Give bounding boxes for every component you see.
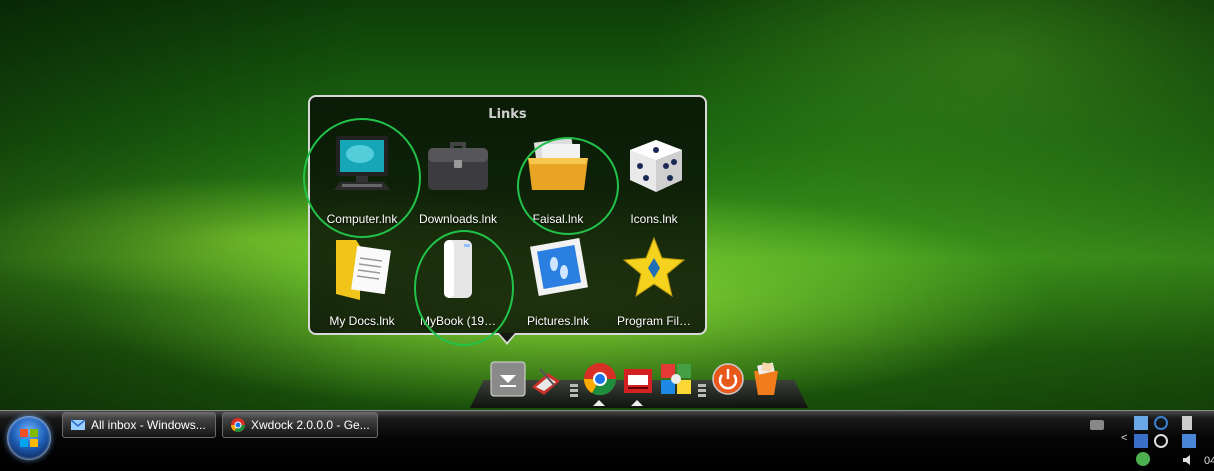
volume-icon[interactable] — [1182, 452, 1196, 466]
chrome-icon — [583, 363, 617, 396]
stack-item-my-docs[interactable]: My Docs.lnk — [314, 228, 410, 328]
dock-puzzle[interactable] — [658, 361, 694, 397]
recycle-bin-icon — [754, 362, 778, 395]
computer-icon — [334, 136, 390, 190]
power-icon — [712, 363, 744, 395]
messenger-icon[interactable] — [1154, 434, 1168, 448]
display-icon[interactable] — [1134, 434, 1148, 448]
running-indicator — [631, 400, 643, 406]
usb-device-icon[interactable] — [1182, 416, 1192, 430]
network-icon[interactable] — [1134, 416, 1148, 430]
mailbox-icon — [624, 369, 652, 393]
stack-item-label: Icons.lnk — [630, 212, 678, 226]
dock-power[interactable] — [710, 361, 746, 397]
stack-item-computer[interactable]: Computer.lnk — [314, 126, 410, 226]
stack-item-label: My Docs.lnk — [329, 314, 395, 328]
stack-down-icon — [490, 361, 526, 397]
stack-item-label: Computer.lnk — [326, 212, 398, 226]
stack-item-faisal[interactable]: Faisal.lnk — [510, 126, 606, 226]
windows-logo-icon — [20, 429, 38, 447]
stack-item-program-files[interactable]: Program Fil… — [606, 228, 702, 328]
dock-mailbox[interactable] — [620, 361, 656, 397]
taskbar-button-inbox[interactable]: All inbox - Windows... — [62, 412, 216, 438]
briefcase-icon — [428, 142, 488, 190]
start-button[interactable] — [7, 416, 51, 460]
taskbar-button-label: Xwdock 2.0.0.0 - Ge... — [251, 418, 370, 432]
sync-icon[interactable] — [1154, 416, 1168, 430]
stack-item-label: Pictures.lnk — [526, 314, 590, 328]
star-icon — [622, 236, 686, 298]
stack-item-mybook[interactable]: MyBook (19… — [410, 228, 506, 328]
mail-app-icon — [70, 419, 86, 430]
puzzle-icon — [661, 364, 691, 394]
taskbar-button-label: All inbox - Windows... — [91, 418, 206, 432]
documents-folder-icon — [336, 240, 391, 300]
chrome-icon — [231, 418, 245, 432]
stack-item-downloads[interactable]: Downloads.lnk — [410, 126, 506, 226]
dock-editor[interactable] — [528, 361, 564, 397]
folder-icon — [528, 137, 588, 190]
external-drive-icon — [444, 240, 472, 298]
dock-separator — [570, 382, 578, 406]
monitor-icon[interactable] — [1182, 434, 1196, 448]
dice-icon — [630, 140, 682, 192]
keyboard-icon[interactable] — [1090, 420, 1104, 430]
stack-item-label: MyBook (19… — [419, 314, 497, 328]
stack-item-label: Faisal.lnk — [532, 212, 584, 226]
taskbar-button-xwdock[interactable]: Xwdock 2.0.0.0 - Ge... — [222, 412, 378, 438]
running-indicator — [593, 400, 605, 406]
chrome-tray-icon[interactable] — [1136, 452, 1150, 466]
stack-item-label: Downloads.lnk — [418, 212, 498, 226]
dock-chrome[interactable] — [582, 361, 618, 397]
dock-stack-button[interactable] — [490, 361, 526, 397]
popup-title: Links — [488, 107, 527, 122]
editor-icon — [532, 368, 560, 395]
stack-item-icons[interactable]: Icons.lnk — [606, 126, 702, 226]
pictures-icon — [530, 238, 588, 296]
stack-item-label: Program Fil… — [616, 314, 691, 328]
clock-time[interactable]: 04 — [1204, 455, 1214, 467]
tray-expand-arrow[interactable]: < — [1121, 432, 1127, 444]
dock-recycle-bin[interactable] — [748, 361, 784, 397]
dock-separator — [698, 382, 706, 406]
stack-item-pictures[interactable]: Pictures.lnk — [510, 228, 606, 328]
